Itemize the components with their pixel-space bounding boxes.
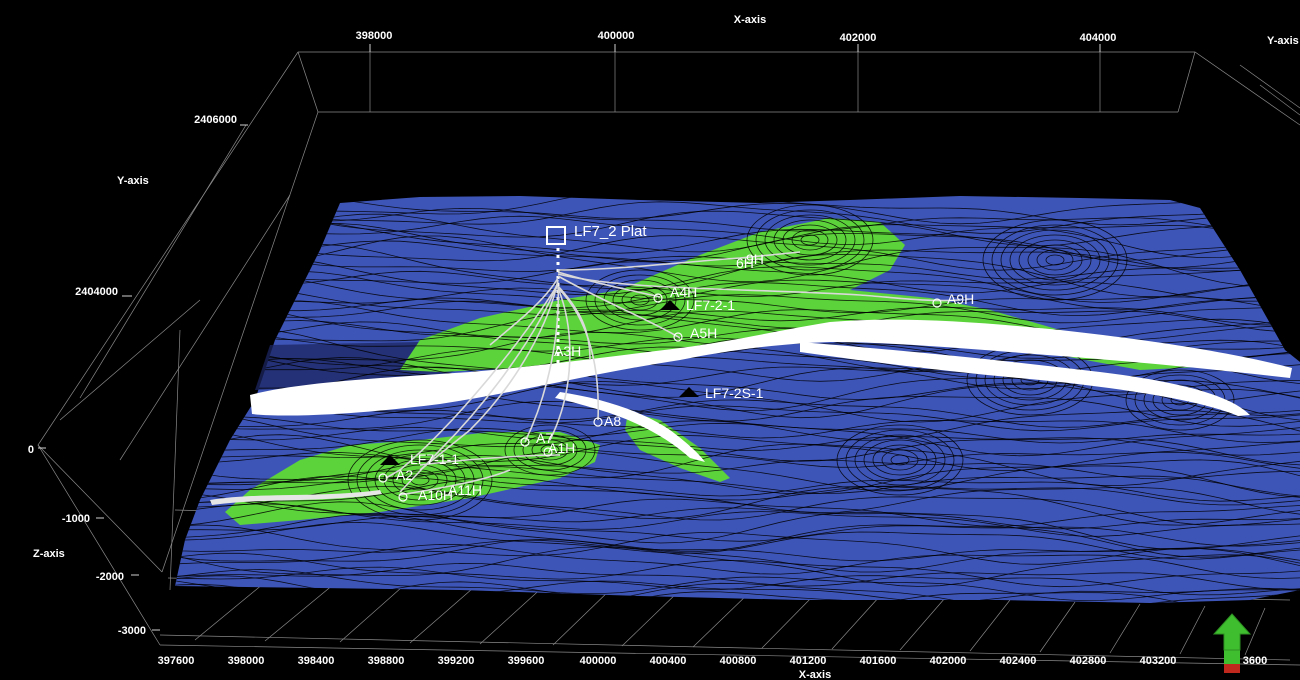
well-label-9h[interactable]: 9H [746,251,764,267]
x-tick-label: 400000 [598,30,635,42]
well-label-lf7-1-1[interactable]: LF7-1-1 [410,451,459,467]
x-tick-label: 401600 [860,655,897,667]
x-tick-label: 400400 [650,655,687,667]
well-label-a1h[interactable]: A1H [548,440,575,456]
y-tick-label: 2404000 [75,286,118,298]
x-tick-label: 402000 [930,655,967,667]
y-axis-title-left: Y-axis [117,175,149,187]
x-tick-label: 403200 [1140,655,1177,667]
z-tick-label: -1000 [62,513,90,525]
x-tick-label: 397600 [158,655,195,667]
well-label-a3h[interactable]: A3H [554,343,581,359]
x-axis-title-bottom: X-axis [799,669,831,680]
bottom-x-tick-labels: 397600 398000 398400 398800 399200 39960… [158,655,1268,667]
z-tick-label: 0 [28,444,34,456]
x-tick-label: 402400 [1000,655,1037,667]
well-label-a2[interactable]: A2 [396,467,413,483]
contour-line [160,608,1300,646]
3d-viewport[interactable]: LF7_2 Plat 6H 9H A4H LF7-2-1 A9H A5H A3H… [0,0,1300,680]
x-tick-label: 398800 [368,655,405,667]
x-tick-label: 398000 [356,30,393,42]
well-label-a8[interactable]: A8 [604,413,621,429]
platform-label: LF7_2 Plat [574,223,647,240]
z-tick-label: -3000 [118,625,146,637]
x-tick-label: 398000 [228,655,265,667]
x-tick-label: 399600 [508,655,545,667]
x-tick-label: 404000 [1080,32,1117,44]
x-tick-label: 398400 [298,655,335,667]
well-label-a5h[interactable]: A5H [690,325,717,341]
x-tick-label: 400000 [580,655,617,667]
y-axis-title-right: Y-axis [1267,35,1299,47]
x-axis-title-top: X-axis [734,14,766,26]
y-tick-label: 2406000 [194,114,237,126]
well-label-a9h[interactable]: A9H [947,291,974,307]
z-tick-label: -2000 [96,571,124,583]
well-label-a11h[interactable]: A11H [448,482,482,498]
well-label-lf7-2s-1[interactable]: LF7-2S-1 [705,385,764,401]
x-tick-label: 401200 [790,655,827,667]
x-tick-label: 400800 [720,655,757,667]
y-tick-labels: 2406000 2404000 [75,114,237,298]
x-tick-label: 399200 [438,655,475,667]
z-tick-labels: 0 -1000 -2000 -3000 [28,444,146,637]
x-tick-label: 402800 [1070,655,1107,667]
z-axis-title: Z-axis [33,548,65,560]
top-x-tick-labels: 398000 400000 402000 404000 [356,30,1117,44]
x-tick-label: 3600 [1243,655,1267,667]
well-label-lf7-2-1[interactable]: LF7-2-1 [686,297,735,313]
x-tick-label: 402000 [840,32,877,44]
